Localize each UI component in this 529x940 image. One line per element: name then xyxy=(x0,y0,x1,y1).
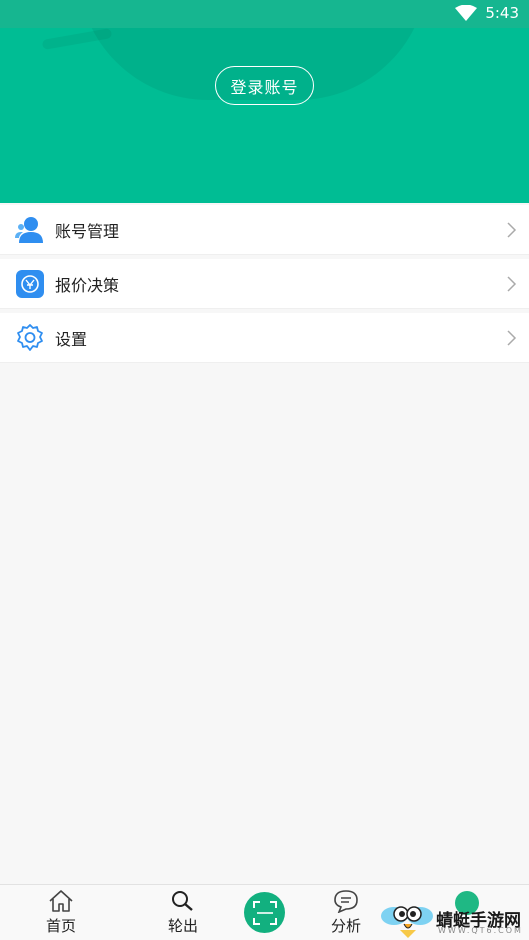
menu-item-label: 设置 xyxy=(55,329,88,349)
scan-icon xyxy=(252,900,277,925)
chevron-right-icon xyxy=(507,276,517,292)
login-button[interactable]: 登录账号 xyxy=(215,66,314,105)
tab-label: 轮出 xyxy=(167,917,198,935)
tab-label: 首页 xyxy=(45,917,76,935)
home-icon xyxy=(47,889,75,913)
menu-item-quote-decision[interactable]: 报价决策 xyxy=(0,259,529,309)
chevron-right-icon xyxy=(507,222,517,238)
menu-item-label: 报价决策 xyxy=(55,275,120,295)
gear-icon xyxy=(15,323,45,353)
chat-icon xyxy=(332,889,360,913)
watermark: 蜻蜓手游网 WWW.QT6.COM xyxy=(380,900,529,940)
watermark-url: WWW.QT6.COM xyxy=(438,926,523,935)
header-decoration-small xyxy=(41,27,113,51)
menu-item-settings[interactable]: 设置 xyxy=(0,313,529,363)
tab-analysis[interactable]: 分析 xyxy=(316,889,376,936)
user-account-icon xyxy=(15,215,45,245)
menu-item-account[interactable]: 账号管理 xyxy=(0,205,529,255)
search-icon xyxy=(169,889,197,913)
menu-item-label: 账号管理 xyxy=(55,221,120,241)
status-bar: 5:43 xyxy=(0,0,529,28)
scan-button[interactable] xyxy=(244,892,285,933)
quote-decision-icon xyxy=(15,269,45,299)
profile-header: 5:43 登录账号 xyxy=(0,0,529,203)
tab-home[interactable]: 首页 xyxy=(31,889,91,936)
chevron-right-icon xyxy=(507,330,517,346)
tab-search[interactable]: 轮出 xyxy=(153,889,213,936)
menu-list: 账号管理 报价决策 设置 xyxy=(0,205,529,367)
dragonfly-logo-icon xyxy=(381,906,433,938)
status-time: 5:43 xyxy=(485,4,519,22)
tab-label: 分析 xyxy=(330,917,361,935)
wifi-icon xyxy=(455,5,478,21)
